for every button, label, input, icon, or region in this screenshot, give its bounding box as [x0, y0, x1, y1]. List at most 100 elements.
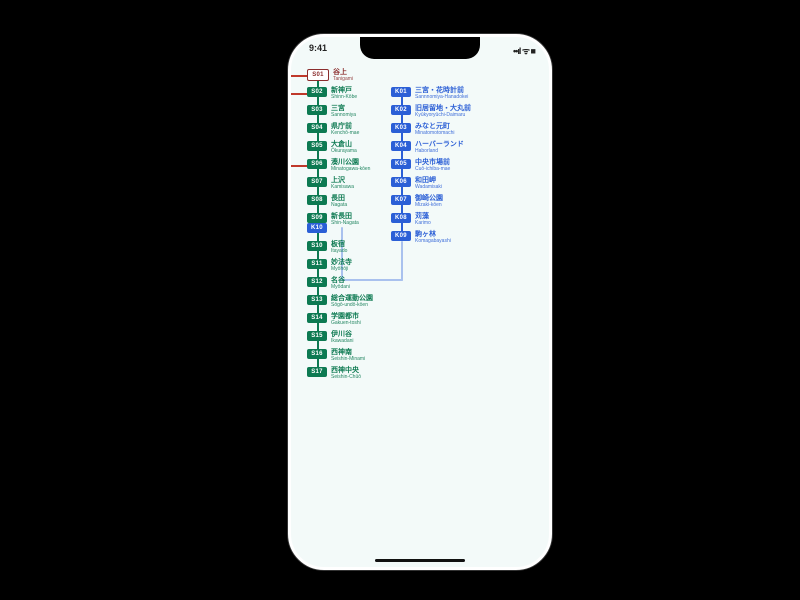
station-label: 長田Nagata: [331, 195, 347, 208]
station-name-romaji: Tanigami: [333, 77, 353, 82]
station-name-romaji: Haborland: [415, 149, 464, 154]
station-k07[interactable]: K07 御崎公園Mizaki-kōen: [391, 195, 443, 208]
station-s15[interactable]: S15 伊川谷Ikawadani: [307, 331, 354, 344]
station-badge: K07: [391, 195, 411, 205]
station-name-jp: 西神中央: [331, 367, 361, 374]
connector-track: [341, 279, 403, 281]
station-name-jp: 湊川公園: [331, 159, 370, 166]
station-label: 板宿Itayado: [331, 241, 347, 254]
station-badge: S09: [307, 213, 327, 223]
station-name-romaji: Wadamisaki: [415, 185, 442, 190]
station-name-jp: 三宮: [331, 105, 356, 112]
station-name-romaji: Karimo: [415, 221, 431, 226]
station-name-romaji: Sannomiya: [331, 113, 356, 118]
station-name-jp: ハーバーランド: [415, 141, 464, 148]
station-name-jp: 御崎公園: [415, 195, 443, 202]
station-badge: S01: [307, 69, 329, 81]
station-name-romaji: Seishin-Minami: [331, 357, 365, 362]
station-badge: S04: [307, 123, 327, 133]
station-name-romaji: Nagata: [331, 203, 347, 208]
station-label: 大倉山Ōkurayama: [331, 141, 357, 154]
station-k06[interactable]: K06 和田岬Wadamisaki: [391, 177, 442, 190]
station-k10[interactable]: K10: [307, 223, 327, 233]
station-s11[interactable]: S11 妙法寺Myōhōji: [307, 259, 352, 272]
station-label: 苅藻Karimo: [415, 213, 431, 226]
device-notch: [360, 37, 480, 59]
station-name-romaji: Seishin-Chūō: [331, 375, 361, 380]
station-k08[interactable]: K08苅藻Karimo: [391, 213, 431, 226]
station-badge: S11: [307, 259, 327, 269]
station-label: 和田岬Wadamisaki: [415, 177, 442, 190]
phone-frame: 9:41 ••ıl ᯤ ■ S01谷上TanigamiS02新神戸Shinn-K…: [288, 34, 552, 570]
station-label: 駒ヶ林Komagabayashi: [415, 231, 451, 244]
station-label: 中央市場前Cuō-ichiba-mae: [415, 159, 450, 172]
station-label: 谷上Tanigami: [333, 69, 353, 82]
station-name-jp: 中央市場前: [415, 159, 450, 166]
station-name-jp: みなと元町: [415, 123, 454, 130]
station-label: 妙法寺Myōhōji: [331, 259, 352, 272]
station-badge: S15: [307, 331, 327, 341]
station-s07[interactable]: S07 上沢Kamisawa: [307, 177, 354, 190]
station-badge: K04: [391, 141, 411, 151]
station-label: ハーバーランドHaborland: [415, 141, 464, 154]
station-name-jp: 新神戸: [331, 87, 357, 94]
station-badge: S13: [307, 295, 327, 305]
station-badge: S17: [307, 367, 327, 377]
station-name-jp: 新長田: [331, 213, 359, 220]
station-name-jp: 上沢: [331, 177, 354, 184]
station-badge: K06: [391, 177, 411, 187]
station-s17[interactable]: S17 西神中央Seishin-Chūō: [307, 367, 361, 380]
station-s14[interactable]: S14 学園都市Gakuen-toshi: [307, 313, 361, 326]
station-label: 旧居留地・大丸前Kyūkyoryūchi-Daimaru: [415, 105, 471, 118]
station-badge: S05: [307, 141, 327, 151]
station-s03[interactable]: S03 三宮Sannomiya: [307, 105, 356, 118]
route-map[interactable]: S01 谷上Tanigami S02新神戸Shinn-Kōbe S03 三宮Sannom…: [291, 63, 549, 553]
station-label: 名谷Myōdani: [331, 277, 350, 290]
station-s13[interactable]: S13 総合運動公園Sōgō-undō-kōen: [307, 295, 373, 308]
station-s16[interactable]: S16西神南Seishin-Minami: [307, 349, 365, 362]
station-label: 学園都市Gakuen-toshi: [331, 313, 361, 326]
station-s04[interactable]: S04 県庁前Kenchō-mae: [307, 123, 359, 136]
station-badge: K10: [307, 223, 327, 233]
station-badge: K02: [391, 105, 411, 115]
station-k04[interactable]: K04 ハーバーランドHaborland: [391, 141, 464, 154]
station-name-romaji: Kenchō-mae: [331, 131, 359, 136]
station-label: 三宮Sannomiya: [331, 105, 356, 118]
station-s06[interactable]: S06湊川公園Minatogawa-kōen: [307, 159, 370, 172]
station-badge: S07: [307, 177, 327, 187]
station-name-romaji: Ikawadani: [331, 339, 354, 344]
station-badge: K03: [391, 123, 411, 133]
station-k05[interactable]: K05中央市場前Cuō-ichiba-mae: [391, 159, 450, 172]
station-s05[interactable]: S05 大倉山Ōkurayama: [307, 141, 357, 154]
station-s01[interactable]: S01 谷上Tanigami: [307, 69, 353, 82]
station-name-romaji: Cuō-ichiba-mae: [415, 167, 450, 172]
station-badge: S03: [307, 105, 327, 115]
station-label: 御崎公園Mizaki-kōen: [415, 195, 443, 208]
station-s12[interactable]: S12名谷Myōdani: [307, 277, 350, 290]
connector-track: [341, 227, 343, 281]
station-name-romaji: Komagabayashi: [415, 239, 451, 244]
station-name-jp: 苅藻: [415, 213, 431, 220]
station-k01[interactable]: K01三宮・花時計前Sannnomiya-Hanadokei: [391, 87, 468, 100]
station-badge: S14: [307, 313, 327, 323]
station-name-romaji: Shin-Nagata: [331, 221, 359, 226]
station-s10[interactable]: S10板宿Itayado: [307, 241, 347, 254]
station-name-jp: 三宮・花時計前: [415, 87, 468, 94]
station-k03[interactable]: K03みなと元町Minatomotomachi: [391, 123, 454, 136]
station-name-jp: 旧居留地・大丸前: [415, 105, 471, 112]
station-name-jp: 伊川谷: [331, 331, 354, 338]
station-name-jp: 県庁前: [331, 123, 359, 130]
station-s02[interactable]: S02新神戸Shinn-Kōbe: [307, 87, 357, 100]
station-name-romaji: Sōgō-undō-kōen: [331, 303, 373, 308]
station-name-romaji: Minatogawa-kōen: [331, 167, 370, 172]
station-label: 総合運動公園Sōgō-undō-kōen: [331, 295, 373, 308]
station-s08[interactable]: S08長田Nagata: [307, 195, 347, 208]
station-name-romaji: Kamisawa: [331, 185, 354, 190]
station-k09[interactable]: K09 駒ヶ林Komagabayashi: [391, 231, 451, 244]
station-name-jp: 名谷: [331, 277, 350, 284]
home-indicator[interactable]: [375, 559, 465, 562]
station-name-jp: 西神南: [331, 349, 365, 356]
station-label: 新神戸Shinn-Kōbe: [331, 87, 357, 100]
station-badge: K09: [391, 231, 411, 241]
station-k02[interactable]: K02 旧居留地・大丸前Kyūkyoryūchi-Daimaru: [391, 105, 471, 118]
